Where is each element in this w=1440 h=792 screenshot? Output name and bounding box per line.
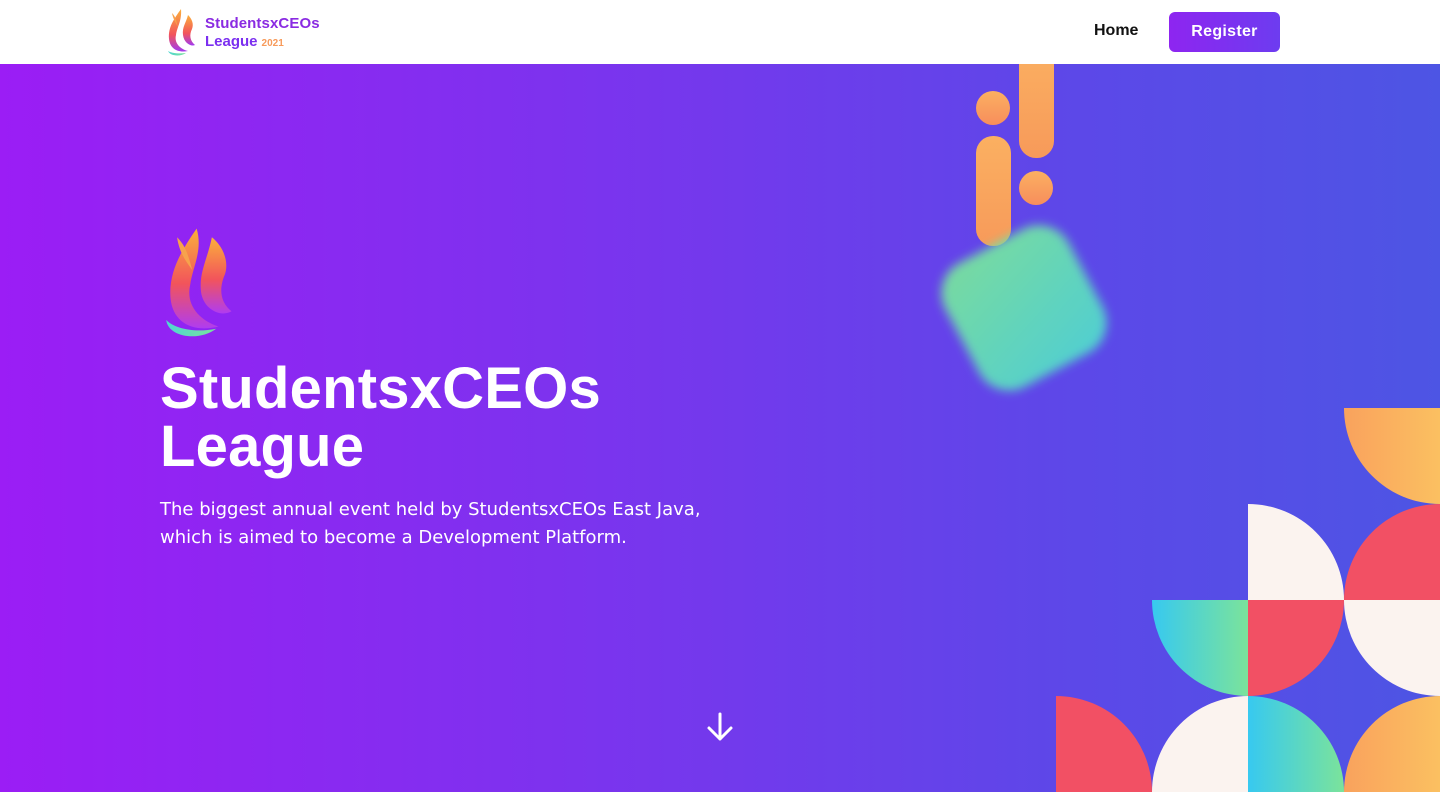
hero-title-line2: League (160, 414, 365, 479)
brand-text: StudentsxCEOs League 2021 (205, 16, 320, 49)
brand-league: League (205, 32, 258, 50)
brand-logo-link[interactable]: StudentsxCEOs League 2021 (164, 6, 320, 58)
brand-year: 2021 (261, 37, 284, 49)
hero-subtitle-line2: which is aimed to become a Development P… (160, 527, 627, 548)
hero-title: StudentsxCEOs League (160, 360, 780, 476)
hero-title-line1: StudentsxCEOs (160, 356, 601, 421)
geometric-pattern (1056, 408, 1440, 792)
navbar: StudentsxCEOs League 2021 Home Register (0, 0, 1440, 64)
flame-logo-icon (168, 9, 195, 56)
arrow-down-icon[interactable] (706, 712, 734, 742)
blurred-shape (929, 213, 1119, 403)
hero-subtitle: The biggest annual event held by Student… (160, 496, 720, 552)
hero-section: StudentsxCEOs League The biggest annual … (0, 64, 1440, 792)
nav-home-link[interactable]: Home (1094, 22, 1138, 40)
register-button[interactable]: Register (1169, 12, 1280, 52)
hero-subtitle-line1: The biggest annual event held by Student… (160, 499, 701, 520)
hero-flame-logo-icon (166, 228, 232, 337)
brand-name: StudentsxCEOs (205, 14, 320, 32)
